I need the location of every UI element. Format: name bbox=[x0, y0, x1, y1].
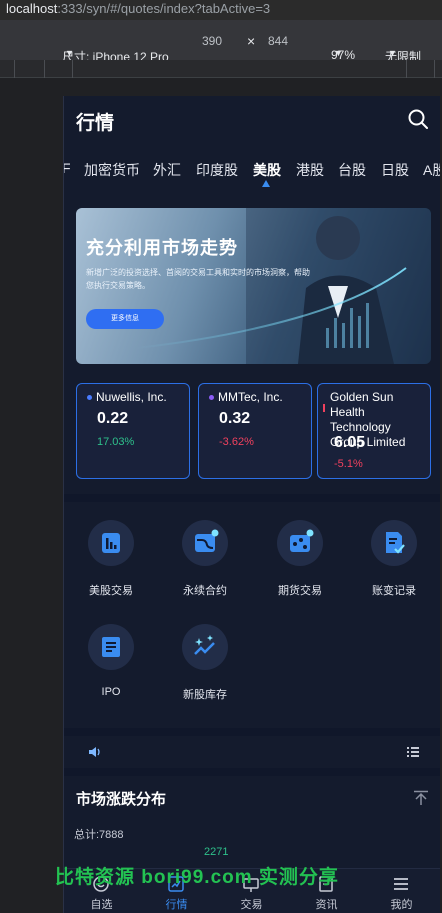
tab-a-shares[interactable]: A股 bbox=[423, 160, 440, 180]
up-count: 2271 bbox=[204, 846, 229, 858]
dot-icon bbox=[87, 395, 92, 401]
url-path: :333/syn/#/quotes/index?tabActive=3 bbox=[57, 1, 271, 16]
stock-name-text: Nuwellis, Inc. bbox=[96, 390, 167, 404]
stock-price: 0.22 bbox=[97, 410, 129, 427]
stock-name-text: MMTec, Inc. bbox=[218, 390, 283, 404]
contract-curve-icon bbox=[182, 520, 228, 566]
feature-label: 账变记录 bbox=[372, 585, 416, 597]
total-count: 总计:7888 bbox=[74, 829, 124, 841]
stock-card[interactable]: Golden Sun Health Technology Group Limit… bbox=[317, 383, 431, 479]
speaker-icon bbox=[89, 747, 100, 757]
feature-perpetual[interactable]: 永续合约 bbox=[158, 520, 252, 598]
feature-label: 期货交易 bbox=[278, 585, 322, 597]
page-title: 行情 bbox=[76, 113, 115, 134]
dot-icon bbox=[323, 404, 325, 412]
feature-account-records[interactable]: 账变记录 bbox=[347, 520, 440, 598]
stock-name: Nuwellis, Inc. bbox=[87, 390, 185, 405]
watermark-text: 比特资源 bori99.com 实测分享 bbox=[55, 867, 339, 888]
menu-icon bbox=[394, 878, 408, 890]
times-icon: × bbox=[247, 33, 256, 49]
bar-chart-icon bbox=[88, 520, 134, 566]
stock-name: MMTec, Inc. bbox=[209, 390, 307, 405]
chevron-down-icon: ▼ bbox=[388, 48, 397, 58]
feature-label: 美股交易 bbox=[89, 585, 133, 597]
nav-label: 行情 bbox=[165, 899, 188, 911]
stock-price: 6.05 bbox=[334, 434, 366, 451]
feature-futures[interactable]: 期货交易 bbox=[253, 520, 347, 598]
market-tabs: F 加密货币 外汇 印度股 美股 港股 台股 日股 A股 bbox=[64, 152, 440, 188]
stock-card[interactable]: MMTec, Inc. 0.32 -3.62% bbox=[198, 383, 312, 479]
stock-cards: Nuwellis, Inc. 0.22 17.03% MMTec, Inc. 0… bbox=[76, 383, 431, 479]
notice-bar[interactable] bbox=[64, 736, 440, 768]
page-header: 行情 bbox=[64, 96, 440, 146]
list-icon[interactable] bbox=[407, 746, 419, 758]
feature-new-stock[interactable]: 新股库存 bbox=[158, 624, 252, 702]
feature-us-trade[interactable]: 美股交易 bbox=[64, 520, 158, 598]
document-check-icon bbox=[371, 520, 417, 566]
banner-subtitle: 新增广泛的投资选择、首阅的交易工具和实时的市场洞察，帮助您执行交易策略。 bbox=[86, 268, 310, 290]
tab-india[interactable]: 印度股 bbox=[196, 160, 238, 180]
tab-tw[interactable]: 台股 bbox=[338, 160, 366, 180]
stock-change: 17.03% bbox=[97, 436, 135, 448]
stock-change: -5.1% bbox=[334, 458, 363, 470]
nav-label: 我的 bbox=[390, 899, 413, 911]
tab-hk[interactable]: 港股 bbox=[296, 160, 324, 180]
ipo-list-icon bbox=[88, 624, 134, 670]
chevron-down-icon: ▼ bbox=[65, 48, 74, 58]
tab-crypto[interactable]: 加密货币 bbox=[84, 160, 140, 180]
stock-card[interactable]: Nuwellis, Inc. 0.22 17.03% bbox=[76, 383, 190, 479]
height-input[interactable]: 844 bbox=[268, 34, 288, 48]
nav-mine[interactable]: 我的 bbox=[364, 869, 439, 913]
promo-banner[interactable]: 充分利用市场走势 新增广泛的投资选择、首阅的交易工具和实时的市场洞察，帮助您执行… bbox=[76, 208, 431, 364]
nav-label: 资讯 bbox=[315, 899, 338, 911]
stock-change: -3.62% bbox=[219, 436, 254, 448]
url-host: localhost bbox=[6, 1, 58, 16]
feature-grid: 美股交易 永续合约 期货交易 账变记录 IPO 新股库存 bbox=[64, 506, 440, 726]
dice-icon bbox=[277, 520, 323, 566]
section-title: 市场涨跌分布 bbox=[76, 791, 167, 808]
tab-jp[interactable]: 日股 bbox=[381, 160, 409, 180]
feature-label: 新股库存 bbox=[183, 689, 227, 701]
nav-label: 自选 bbox=[90, 899, 113, 911]
chevron-down-icon: ▼ bbox=[334, 48, 343, 58]
feature-label: IPO bbox=[101, 686, 121, 698]
banner-title: 充分利用市场走势 bbox=[86, 238, 238, 258]
active-tab-indicator bbox=[262, 180, 270, 187]
dot-icon bbox=[209, 395, 214, 401]
address-bar[interactable]: localhost:333/syn/#/quotes/index?tabActi… bbox=[0, 0, 442, 20]
nav-label: 交易 bbox=[240, 899, 263, 911]
sparkle-trend-icon bbox=[182, 624, 228, 670]
phone-viewport: 行情 F 加密货币 外汇 印度股 美股 港股 台股 日股 A股 bbox=[63, 96, 440, 913]
search-icon[interactable] bbox=[407, 108, 429, 130]
feature-label: 永续合约 bbox=[183, 585, 227, 597]
stock-price: 0.32 bbox=[219, 410, 251, 427]
section-divider bbox=[64, 494, 440, 502]
width-input[interactable]: 390 bbox=[202, 34, 222, 48]
tab-partial[interactable]: F bbox=[64, 160, 71, 176]
device-ruler bbox=[0, 60, 442, 78]
device-toolbar: 尺寸: iPhone 12 Pro ▼ 390 × 844 97% ▼ 无限制 ▼ bbox=[0, 20, 442, 64]
feature-ipo[interactable]: IPO bbox=[64, 624, 158, 698]
tab-us-stocks[interactable]: 美股 bbox=[253, 160, 281, 180]
section-divider bbox=[64, 728, 440, 736]
section-divider bbox=[64, 768, 440, 776]
tab-forex[interactable]: 外汇 bbox=[153, 160, 181, 180]
collapse-up-icon[interactable] bbox=[413, 790, 429, 806]
banner-more-button[interactable]: 更多信息 bbox=[86, 309, 164, 329]
